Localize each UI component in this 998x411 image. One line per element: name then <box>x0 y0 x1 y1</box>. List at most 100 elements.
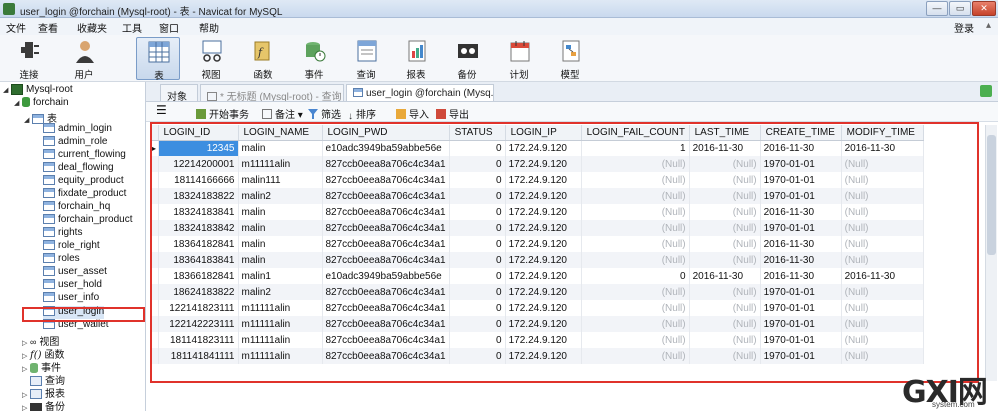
toolbar-function-button[interactable]: f 函数 <box>243 37 283 81</box>
table-name: admin_login <box>58 123 112 134</box>
toolbar-label: 报表 <box>406 70 426 81</box>
tree-item-table[interactable]: equity_product <box>43 175 124 188</box>
tree-item-table[interactable]: forchain_hq <box>43 201 110 214</box>
tree-node-reports[interactable]: ▷ 报表 <box>22 385 65 400</box>
toolbar-backup-button[interactable]: 备份 <box>447 37 487 81</box>
toolbar-label: 备份 <box>457 70 477 81</box>
button-label: 导出 <box>449 110 469 121</box>
filter-button[interactable]: 筛选 <box>308 106 341 121</box>
toolbar-connect-button[interactable]: 连接 <box>9 37 49 81</box>
tree-item-table[interactable]: roles <box>43 253 80 266</box>
refresh-icon[interactable] <box>980 85 992 97</box>
collapse-icon[interactable]: ◢ <box>14 99 22 107</box>
toolbar-report-button[interactable]: 报表 <box>396 37 436 81</box>
tree-item-table[interactable]: user_hold <box>43 279 102 292</box>
menu-help[interactable]: 帮助 <box>199 20 219 35</box>
menu-view[interactable]: 查看 <box>38 20 58 35</box>
tree-item-table[interactable]: current_flowing <box>43 149 126 162</box>
tab-label: * 无标题 (Mysql-root) - 查询 <box>220 92 342 101</box>
button-label: 筛选 <box>321 110 341 121</box>
tree-node-backups[interactable]: ▷ 备份 <box>22 398 65 411</box>
tree-item-table[interactable]: role_right <box>43 240 100 253</box>
tree-node-events[interactable]: ▷ 事件 <box>22 359 61 374</box>
table-name: admin_role <box>58 136 108 147</box>
toolbar-schedule-button[interactable]: 计划 <box>499 37 539 81</box>
tree-node-queries[interactable]: 查询 <box>22 372 65 387</box>
expand-icon[interactable]: ▷ <box>22 404 30 411</box>
menu-icon[interactable]: ☰ <box>156 103 167 117</box>
menu-bar: 文件 查看 收藏夹 工具 窗口 帮助 登录 ▴ <box>0 18 998 35</box>
model-icon <box>562 40 580 62</box>
menu-favorites[interactable]: 收藏夹 <box>77 20 107 35</box>
toolbar-label: 事件 <box>304 70 324 81</box>
backup-icon <box>30 402 42 411</box>
begin-transaction-button[interactable]: 开始事务 <box>196 106 249 121</box>
tree-item-table[interactable]: fixdate_product <box>43 188 126 201</box>
tree-item-table[interactable]: admin_role <box>43 136 107 149</box>
tree-node-tables[interactable]: ◢ 表 <box>24 110 57 125</box>
query-icon <box>357 40 377 62</box>
user-icon <box>76 41 94 63</box>
table-icon <box>43 123 55 134</box>
toolbar-table-button[interactable]: 表 <box>136 37 180 82</box>
collapse-icon[interactable]: ◢ <box>3 86 11 94</box>
login-link[interactable]: 登录 <box>954 20 974 35</box>
maximize-button[interactable]: ▭ <box>949 1 971 16</box>
tab-bar: 对象 * 无标题 (Mysql-root) - 查询 user_login @f… <box>146 82 998 102</box>
collapse-icon[interactable]: ◢ <box>24 116 32 124</box>
tree-item-table[interactable]: user_info <box>43 292 99 305</box>
note-icon <box>262 109 272 119</box>
table-icon <box>43 266 55 277</box>
tree-item-table[interactable]: admin_login <box>43 123 112 136</box>
tree-node-views[interactable]: ▷ ∞ 视图 <box>22 333 59 348</box>
button-label: 导入 <box>409 110 429 121</box>
tree-node-connection[interactable]: ◢ Mysql-root <box>3 84 73 97</box>
tree-item-table[interactable]: rights <box>43 227 82 240</box>
close-button[interactable]: ✕ <box>972 1 996 16</box>
title-bar: user_login @forchain (Mysql-root) - 表 - … <box>0 0 998 18</box>
query-icon <box>207 92 217 101</box>
table-icon <box>43 253 55 264</box>
view-icon <box>202 40 222 62</box>
table-icon <box>43 201 55 212</box>
connection-icon <box>11 84 23 95</box>
table-name: user_hold <box>58 279 102 290</box>
tree-item-table[interactable]: deal_flowing <box>43 162 114 175</box>
table-name: user_asset <box>58 266 107 277</box>
toolbar-label: 计划 <box>509 70 529 81</box>
button-label: 排序 <box>356 110 376 121</box>
vertical-scrollbar[interactable] <box>985 125 997 381</box>
toolbar-model-button[interactable]: 模型 <box>550 37 590 81</box>
tab-user-login[interactable]: user_login @forchain (Mysq... <box>346 84 494 101</box>
tree-node-functions[interactable]: ▷ f() 函数 <box>22 346 65 361</box>
toolbar-user-button[interactable]: 用户 <box>64 37 104 81</box>
menu-file[interactable]: 文件 <box>6 20 26 35</box>
tab-objects[interactable]: 对象 <box>160 84 198 101</box>
toolbar-query-button[interactable]: 查询 <box>346 37 386 81</box>
minimize-button[interactable]: — <box>926 1 948 16</box>
note-button[interactable]: 备注 ▾ <box>262 106 303 121</box>
table-name: equity_product <box>58 175 124 186</box>
toolbar-label: 连接 <box>19 70 39 81</box>
menu-tools[interactable]: 工具 <box>122 20 142 35</box>
menu-window[interactable]: 窗口 <box>159 20 179 35</box>
toolbar-view-button[interactable]: 视图 <box>191 37 231 81</box>
export-button[interactable]: 导出 <box>436 106 469 121</box>
table-name: user_info <box>58 292 100 303</box>
toolbar-label: 函数 <box>253 70 273 81</box>
annotation-highlight-selected-table <box>22 307 145 322</box>
tree-item-table[interactable]: user_asset <box>43 266 107 279</box>
toolbar-event-button[interactable]: 事件 <box>294 37 334 81</box>
sort-button[interactable]: ↓ 排序 <box>348 106 376 122</box>
tree-item-table[interactable]: forchain_product <box>43 214 133 227</box>
expand-icon[interactable]: ▴ <box>986 20 991 31</box>
table-icon <box>43 214 55 225</box>
table-icon <box>43 292 55 303</box>
scrollbar-thumb[interactable] <box>987 135 996 255</box>
import-button[interactable]: 导入 <box>396 106 429 121</box>
tree-node-database[interactable]: ◢ forchain <box>14 97 69 110</box>
toolbar-label: 表 <box>154 71 164 82</box>
group-label: 备份 <box>45 402 65 411</box>
import-icon <box>396 109 406 119</box>
tab-untitled-query[interactable]: * 无标题 (Mysql-root) - 查询 <box>200 84 344 101</box>
